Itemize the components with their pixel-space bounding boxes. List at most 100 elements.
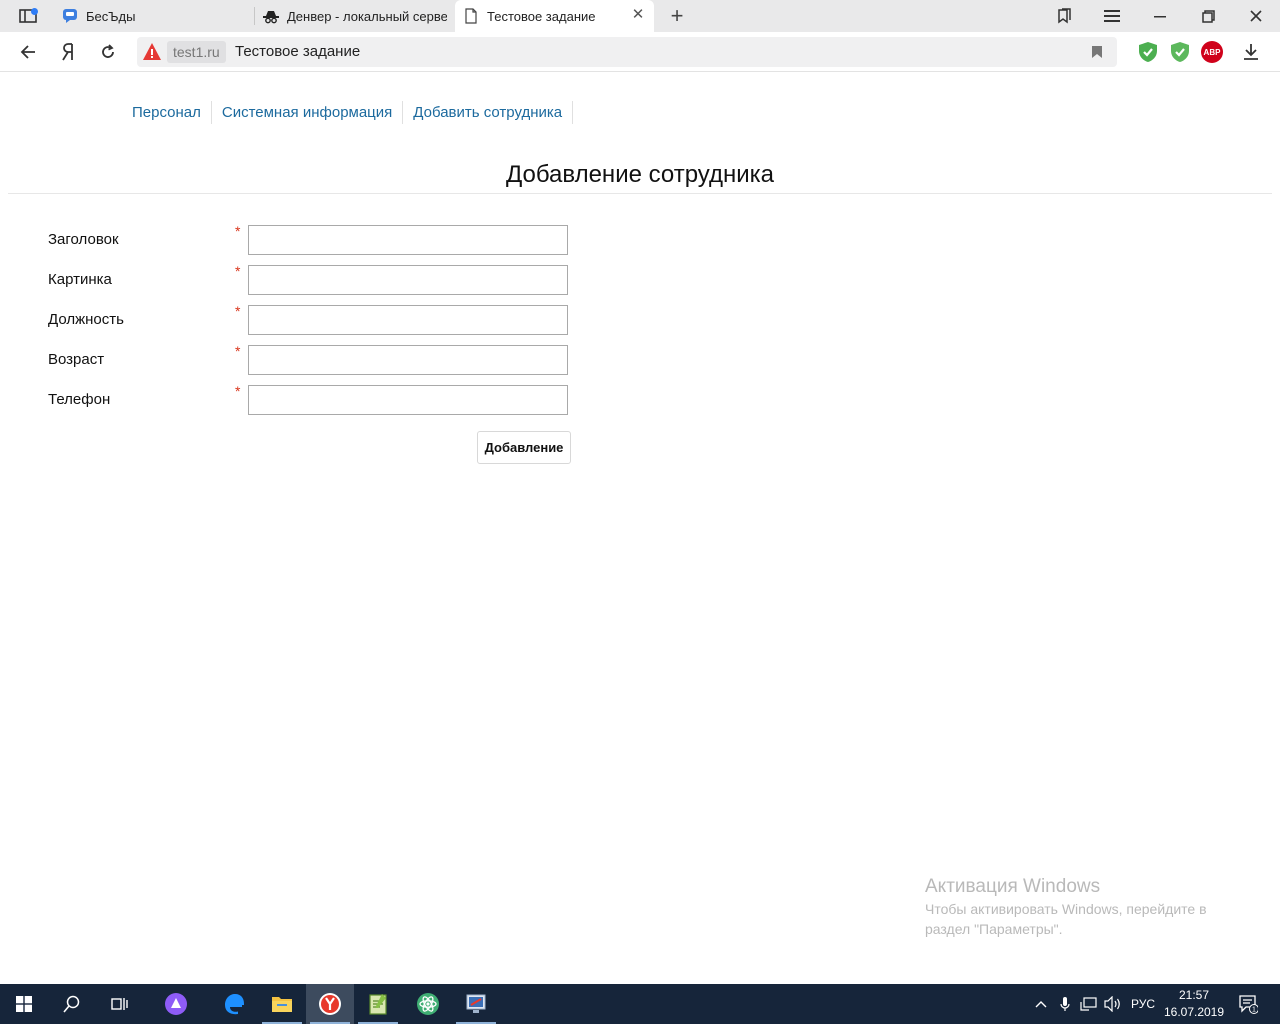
edge-browser-icon bbox=[225, 994, 244, 1015]
download-icon bbox=[1244, 44, 1258, 60]
field-label: Телефон bbox=[48, 391, 111, 408]
monitor-icon bbox=[466, 994, 486, 1013]
title-input[interactable] bbox=[248, 225, 568, 255]
close-window-button[interactable] bbox=[1241, 4, 1271, 28]
required-marker: * bbox=[235, 343, 241, 359]
network-button[interactable] bbox=[1078, 984, 1100, 1024]
page-title: Добавление сотрудника bbox=[505, 161, 775, 188]
notification-count: 1 bbox=[1252, 1007, 1256, 1014]
arrow-left-icon bbox=[20, 45, 35, 59]
restore-button[interactable] bbox=[1193, 4, 1223, 28]
clock-date: 16.07.2019 bbox=[1163, 1005, 1225, 1019]
nav-link-staff[interactable]: Персонал bbox=[122, 101, 212, 124]
activation-text: Чтобы активировать Windows, перейдите в … bbox=[925, 901, 1207, 937]
document-icon bbox=[463, 8, 479, 24]
yandex-browser-button[interactable] bbox=[306, 984, 354, 1024]
shield-check-icon bbox=[1139, 42, 1157, 62]
close-icon bbox=[1250, 10, 1262, 22]
show-hidden-icons-button[interactable] bbox=[1030, 984, 1052, 1024]
required-marker: * bbox=[235, 303, 241, 319]
search-button[interactable] bbox=[48, 984, 96, 1024]
task-view-button[interactable] bbox=[96, 984, 144, 1024]
adblock-plus-button[interactable]: ABP bbox=[1201, 41, 1223, 63]
microphone-button[interactable] bbox=[1055, 984, 1075, 1024]
phone-input[interactable] bbox=[248, 385, 568, 415]
tab-besedy[interactable]: БесЪды bbox=[54, 0, 254, 32]
tab-title: Тестовое задание bbox=[487, 8, 596, 24]
new-tab-button[interactable]: + bbox=[665, 4, 689, 28]
adguard-extension-button[interactable] bbox=[1169, 41, 1191, 63]
adblock-plus-icon: ABP bbox=[1201, 41, 1223, 63]
yandex-home-button[interactable] bbox=[56, 40, 80, 64]
action-center-button[interactable]: 1 bbox=[1232, 984, 1264, 1024]
tab-title: БесЪды bbox=[86, 8, 136, 24]
alice-assistant-icon bbox=[165, 993, 187, 1015]
nav-link-add-employee[interactable]: Добавить сотрудника bbox=[403, 101, 574, 124]
site-navigation: Персонал Системная информация Добавить с… bbox=[122, 101, 574, 124]
warning-icon bbox=[143, 43, 161, 60]
notifications-icon: 1 bbox=[1239, 995, 1258, 1014]
sidepanel-button[interactable] bbox=[8, 4, 48, 28]
atom-icon bbox=[417, 993, 439, 1015]
age-input[interactable] bbox=[248, 345, 568, 375]
clock-time: 21:57 bbox=[1178, 988, 1210, 1002]
reload-button[interactable] bbox=[96, 40, 120, 64]
volume-button[interactable] bbox=[1102, 984, 1124, 1024]
bookmarks-icon bbox=[1058, 8, 1071, 24]
bookmark-icon[interactable] bbox=[1091, 45, 1103, 59]
atom-editor-button[interactable] bbox=[404, 984, 452, 1024]
yandex-logo-icon bbox=[62, 43, 73, 61]
notification-dot bbox=[31, 8, 38, 15]
menu-button[interactable] bbox=[1097, 4, 1127, 28]
language-indicator[interactable]: РУС bbox=[1126, 984, 1160, 1024]
close-tab-icon[interactable]: ✕ bbox=[630, 7, 646, 23]
notepad-plus-button[interactable] bbox=[354, 984, 402, 1024]
tab-title: Денвер - локальный серве bbox=[287, 8, 447, 24]
required-marker: * bbox=[235, 263, 241, 279]
windows-taskbar: РУС 21:57 16.07.2019 1 bbox=[0, 984, 1280, 1024]
windows-logo-icon bbox=[16, 996, 32, 1012]
picture-input[interactable] bbox=[248, 265, 568, 295]
minimize-button[interactable] bbox=[1145, 4, 1175, 28]
address-domain: test1.ru bbox=[167, 41, 226, 63]
add-employee-button[interactable]: Добавление bbox=[477, 431, 571, 464]
back-button[interactable] bbox=[16, 40, 40, 64]
required-marker: * bbox=[235, 383, 241, 399]
network-icon bbox=[1080, 997, 1097, 1011]
yandex-browser-icon bbox=[319, 993, 341, 1015]
chat-icon bbox=[62, 8, 78, 24]
address-page-title: Тестовое задание bbox=[235, 43, 361, 60]
remote-desktop-button[interactable] bbox=[452, 984, 500, 1024]
field-label: Должность bbox=[48, 311, 124, 328]
bookmarks-button[interactable] bbox=[1049, 4, 1079, 28]
tab-denver[interactable]: Денвер - локальный серве bbox=[255, 0, 453, 32]
shield-check-icon bbox=[1171, 42, 1189, 62]
required-marker: * bbox=[235, 223, 241, 239]
field-label: Заголовок bbox=[48, 231, 119, 248]
edge-button[interactable] bbox=[210, 984, 258, 1024]
field-label: Картинка bbox=[48, 271, 112, 288]
position-input[interactable] bbox=[248, 305, 568, 335]
alice-button[interactable] bbox=[152, 984, 200, 1024]
web-page: Персонал Системная информация Добавить с… bbox=[0, 73, 1280, 984]
browser-tab-bar: БесЪды Денвер - локальный серве Тестовое… bbox=[0, 0, 1280, 32]
start-button[interactable] bbox=[0, 984, 48, 1024]
address-bar[interactable]: test1.ru Тестовое задание bbox=[137, 37, 1117, 67]
reload-icon bbox=[102, 44, 114, 58]
hamburger-icon bbox=[1104, 10, 1120, 22]
system-clock[interactable]: 21:57 16.07.2019 bbox=[1162, 987, 1226, 1021]
minimize-icon bbox=[1154, 16, 1166, 18]
activation-title: Активация Windows bbox=[925, 876, 1101, 897]
notepad-icon bbox=[369, 994, 387, 1015]
speaker-icon bbox=[1104, 996, 1120, 1012]
field-label: Возраст bbox=[48, 351, 105, 368]
nav-link-system-info[interactable]: Системная информация bbox=[212, 101, 404, 124]
tab-test-task[interactable]: Тестовое задание ✕ bbox=[455, 0, 654, 32]
heading-divider bbox=[8, 193, 1272, 194]
file-explorer-button[interactable] bbox=[258, 984, 306, 1024]
protect-extension-button[interactable] bbox=[1137, 41, 1159, 63]
windows-activation-watermark: Активация Windows Чтобы активировать Win… bbox=[925, 875, 1245, 939]
downloads-button[interactable] bbox=[1240, 41, 1262, 63]
browser-navigation-bar: test1.ru Тестовое задание ABP bbox=[0, 32, 1280, 72]
restore-icon bbox=[1201, 9, 1215, 23]
